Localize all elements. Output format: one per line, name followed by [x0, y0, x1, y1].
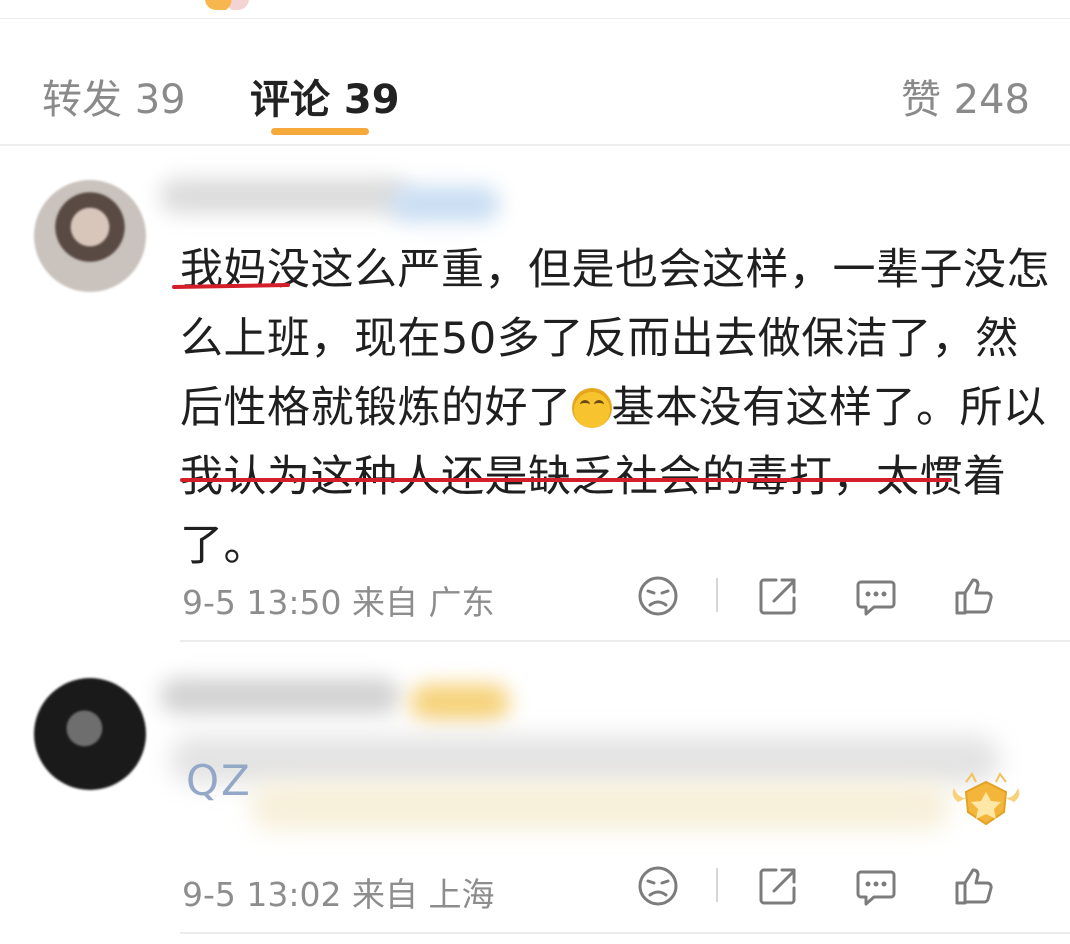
actions-separator — [716, 578, 718, 612]
thumbs-up-icon[interactable] — [952, 574, 996, 618]
tab-repost[interactable]: 转发 39 — [42, 76, 186, 124]
comment-actions — [636, 864, 1026, 908]
tab-comments[interactable]: 评论 39 — [250, 76, 400, 124]
comment-meta: 9-5 13:50 来自 广东 — [182, 576, 495, 624]
comment-icon[interactable] — [854, 864, 898, 908]
username-blurred[interactable] — [160, 178, 410, 214]
tab-likes[interactable]: 赞 248 — [901, 76, 1030, 124]
dislike-face-icon[interactable] — [636, 574, 680, 618]
top-strip — [0, 0, 1070, 19]
laughing-crying-emoji-icon — [571, 388, 612, 428]
username-blurred[interactable] — [160, 678, 400, 714]
share-icon[interactable] — [756, 864, 800, 908]
comment-actions — [636, 574, 1026, 618]
medal-badge-icon — [952, 772, 1020, 826]
comment-time: 9-5 13:02 — [182, 875, 342, 914]
share-icon[interactable] — [756, 574, 800, 618]
comment-meta: 9-5 13:02 来自 上海 — [182, 868, 495, 916]
avatar[interactable] — [34, 678, 146, 790]
comment-icon[interactable] — [854, 574, 898, 618]
comment-text-blurred — [250, 782, 950, 830]
reaction-emoji-fragment — [205, 0, 249, 10]
dislike-face-icon[interactable] — [636, 864, 680, 908]
comment-text-blurred — [170, 736, 1000, 784]
actions-separator — [716, 868, 718, 902]
red-underline — [180, 478, 952, 482]
comment-text-fragment: QZ — [186, 756, 252, 805]
avatar[interactable] — [34, 180, 146, 292]
comment-divider — [180, 932, 1070, 934]
comment-divider — [180, 640, 1070, 642]
thumbs-up-icon[interactable] — [952, 864, 996, 908]
comment-location: 来自 上海 — [352, 875, 495, 914]
comment-time: 9-5 13:50 — [182, 583, 342, 622]
tab-bar: 转发 39 评论 39 赞 248 — [0, 18, 1070, 144]
user-badge-blurred — [410, 684, 510, 720]
comment-location: 来自 广东 — [352, 583, 495, 622]
active-tab-indicator — [271, 128, 369, 135]
user-badge-blurred — [390, 186, 500, 222]
comment-text: 我妈没这么严重，但是也会这样，一辈子没怎么上班，现在50多了反而出去做保洁了，然… — [180, 236, 1050, 581]
tabs-divider — [0, 144, 1070, 146]
